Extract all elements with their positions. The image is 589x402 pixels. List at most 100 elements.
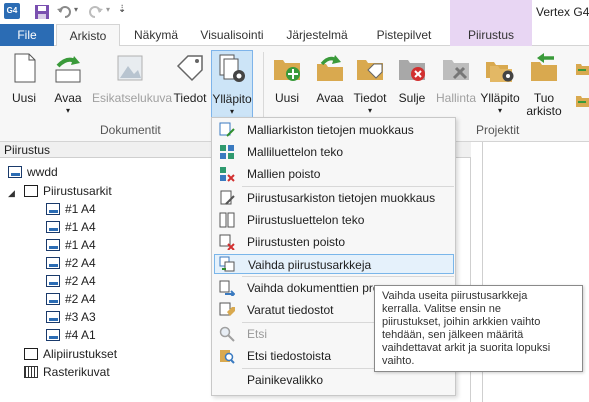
menu-item-drawing-list[interactable]: Piirustusluettelon teko bbox=[214, 210, 454, 230]
import-archive-button[interactable]: Tuo arkisto bbox=[522, 50, 566, 122]
tree-node-subdrawings[interactable]: Alipiirustukset bbox=[24, 345, 117, 363]
project-maintenance-dropdown-icon: ▾ bbox=[497, 106, 502, 115]
open-document-button[interactable]: Avaa ▾ bbox=[48, 50, 88, 122]
sheet-icon bbox=[46, 329, 60, 341]
maintenance-button[interactable]: Ylläpito ▾ bbox=[211, 50, 253, 121]
menu-item-swap-sheets[interactable]: Vaihda piirustusarkkeja bbox=[214, 254, 454, 274]
project-maintenance-icon bbox=[484, 52, 516, 84]
tab-nakyma[interactable]: Näkymä bbox=[124, 24, 188, 46]
swap-documents-icon bbox=[219, 280, 236, 298]
menu-item-label: Etsi tiedostoista bbox=[247, 349, 332, 363]
tab-arkisto[interactable]: Arkisto bbox=[56, 24, 120, 47]
tab-pistepilvet[interactable]: Pistepilvet bbox=[362, 24, 446, 46]
new-project-icon bbox=[271, 52, 303, 84]
open-document-icon bbox=[52, 52, 84, 84]
project-info-label: Tiedot bbox=[353, 91, 387, 105]
info-button[interactable]: Tiedot bbox=[172, 50, 208, 122]
drawing-sheet-icon bbox=[8, 166, 22, 178]
sheet-icon bbox=[46, 311, 60, 323]
tree-node-root[interactable]: wwdd bbox=[8, 163, 58, 181]
menu-item-label: Piirustusarkiston tietojen muokkaus bbox=[247, 191, 436, 205]
maintenance-dropdown-icon: ▾ bbox=[229, 107, 234, 116]
new-project-label: Uusi bbox=[274, 91, 299, 105]
menu-item-model-list[interactable]: Malliluettelon teko bbox=[214, 142, 454, 162]
tree-node-sheet[interactable]: #1 A4 bbox=[46, 200, 96, 218]
new-document-icon bbox=[8, 52, 40, 84]
folder-arrow-icon bbox=[574, 62, 589, 79]
undo-dropdown-icon[interactable]: ▾ bbox=[74, 5, 78, 14]
tree-node-label: #2 A4 bbox=[65, 256, 96, 270]
tree-node-sheet[interactable]: #1 A4 bbox=[46, 236, 96, 254]
tree-node-raster-images[interactable]: Rasterikuvat bbox=[24, 363, 110, 381]
close-project-button[interactable]: Sulje bbox=[394, 50, 430, 122]
save-icon[interactable] bbox=[34, 4, 50, 20]
preview-image-label: Esikatselukuva bbox=[92, 91, 173, 105]
tooltip-line: vaihto. bbox=[382, 355, 415, 367]
drawing-list-icon bbox=[219, 212, 235, 228]
project-info-button[interactable]: Tiedot ▾ bbox=[350, 50, 390, 122]
tree-node-label: #1 A4 bbox=[65, 202, 96, 216]
overflow-button[interactable] bbox=[570, 50, 589, 122]
archive-label: arkisto bbox=[526, 104, 562, 118]
management-button[interactable]: Hallinta bbox=[434, 50, 478, 122]
tree-node-label: #2 A4 bbox=[65, 274, 96, 288]
menu-item-edit-model-archive[interactable]: Malliarkiston tietojen muokkaus bbox=[214, 120, 454, 140]
close-project-icon bbox=[396, 52, 428, 84]
customize-qat-icon[interactable]: ⇣ bbox=[118, 4, 126, 15]
swap-sheets-icon bbox=[219, 256, 235, 272]
tree-node-sheet[interactable]: #2 A4 bbox=[46, 272, 96, 290]
preview-image-icon bbox=[114, 52, 146, 84]
new-document-label: Uusi bbox=[11, 91, 36, 105]
collapse-icon[interactable]: ◢ bbox=[8, 188, 15, 199]
tree-node-sheet[interactable]: #1 A4 bbox=[46, 218, 96, 236]
tab-visualisointi[interactable]: Visualisointi bbox=[192, 24, 272, 46]
close-project-label: Sulje bbox=[398, 91, 426, 105]
tree-node-sheet[interactable]: #2 A4 bbox=[46, 254, 96, 272]
menu-item-label: Vaihda dokumenttien pro bbox=[247, 281, 380, 295]
tree-node-sheet[interactable]: #4 A1 bbox=[46, 326, 96, 344]
menu-item-label: Etsi bbox=[247, 327, 268, 341]
folder-arrow-icon-2 bbox=[574, 94, 589, 111]
menu-item-label: Malliluettelon teko bbox=[247, 145, 344, 159]
tree-node-label: #3 A3 bbox=[65, 310, 96, 324]
menu-item-label: Malliarkiston tietojen muokkaus bbox=[247, 123, 414, 137]
new-project-button[interactable]: Uusi bbox=[268, 50, 306, 122]
sheet-icon bbox=[46, 203, 60, 215]
tooltip-line: tehdään, sen jälkeen määritä bbox=[382, 329, 524, 341]
raster-grid-icon bbox=[24, 366, 38, 378]
redo-dropdown-icon[interactable]: ▾ bbox=[106, 5, 110, 14]
maintenance-documents-icon bbox=[216, 53, 248, 85]
preview-image-button[interactable]: Esikatselukuva bbox=[92, 50, 173, 122]
tooltip-line: Vaihda useita piirustusarkkeja bbox=[382, 290, 528, 302]
new-document-button[interactable]: Uusi bbox=[6, 50, 42, 122]
tree-node-label: #2 A4 bbox=[65, 292, 96, 306]
undo-icon[interactable] bbox=[56, 4, 72, 20]
tab-piirustus[interactable]: Piirustus bbox=[450, 24, 532, 46]
sheet-icon bbox=[46, 293, 60, 305]
tab-file[interactable]: File bbox=[0, 24, 54, 46]
tree-node-sheet[interactable]: #2 A4 bbox=[46, 290, 96, 308]
open-document-label: Avaa bbox=[54, 91, 82, 105]
redo-icon[interactable] bbox=[88, 4, 104, 20]
subdrawings-icon bbox=[24, 348, 38, 360]
app-icon: G4 bbox=[4, 3, 20, 19]
menu-separator bbox=[242, 276, 454, 277]
model-list-icon bbox=[219, 144, 235, 160]
delete-drawings-icon bbox=[219, 234, 235, 251]
edit-archive-icon bbox=[219, 122, 235, 138]
project-maintenance-button[interactable]: Ylläpito ▾ bbox=[480, 50, 520, 122]
tab-jarjestelma[interactable]: Järjestelmä bbox=[278, 24, 356, 46]
info-label: Tiedot bbox=[173, 91, 207, 105]
ribbon-tab-row: File Arkisto Näkymä Visualisointi Järjes… bbox=[0, 24, 589, 47]
tree-node-sheet[interactable]: #3 A3 bbox=[46, 308, 96, 326]
pane-title: Piirustus bbox=[4, 143, 51, 157]
project-maintenance-label: Ylläpito bbox=[480, 91, 520, 105]
tree-node-label: #1 A4 bbox=[65, 220, 96, 234]
tree-node-sheets[interactable]: Piirustusarkit bbox=[24, 182, 112, 200]
menu-item-delete-drawings[interactable]: Piirustusten poisto bbox=[214, 232, 454, 252]
menu-item-button-menu[interactable]: Painikevalikko bbox=[214, 370, 454, 390]
menu-item-edit-drawing-archive[interactable]: Piirustusarkiston tietojen muokkaus bbox=[214, 188, 454, 208]
menu-item-delete-models[interactable]: Mallien poisto bbox=[214, 164, 454, 184]
open-project-button[interactable]: Avaa bbox=[312, 50, 348, 122]
tree-node-label: wwdd bbox=[27, 165, 58, 179]
